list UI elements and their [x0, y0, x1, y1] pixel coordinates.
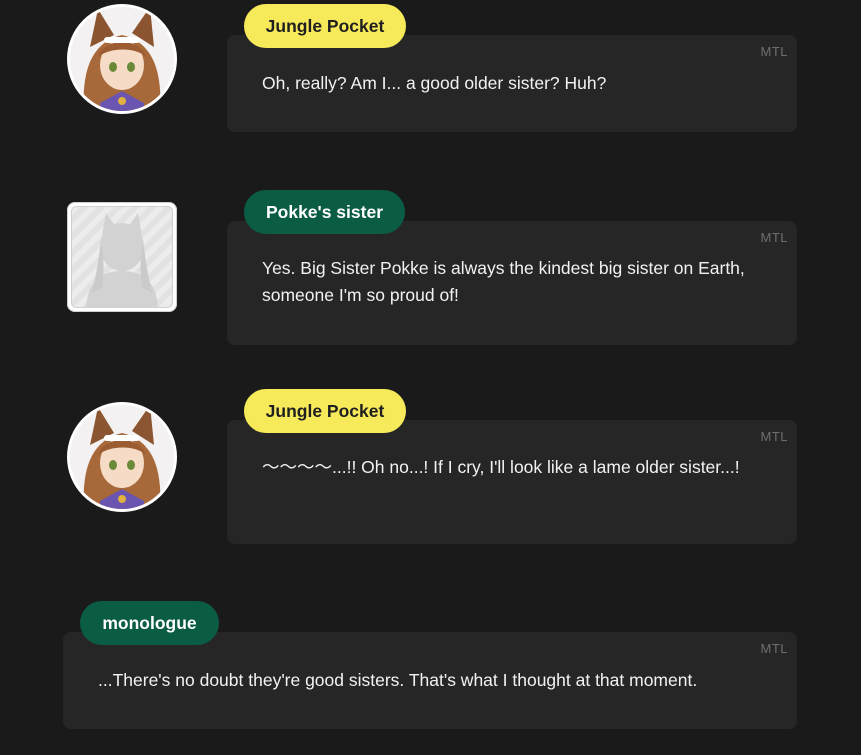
mtl-label: MTL — [760, 44, 788, 59]
speaker-name-tag: Pokke's sister — [244, 190, 405, 234]
message-text: Oh, really? Am I... a good older sister?… — [262, 73, 607, 93]
mtl-label: MTL — [760, 230, 788, 245]
message-text: ...There's no doubt they're good sisters… — [98, 670, 698, 690]
speaker-name-tag: Jungle Pocket — [244, 389, 406, 433]
message-bubble: MTL ...There's no doubt they're good sis… — [63, 632, 797, 729]
message-bubble: MTL Oh, really? Am I... a good older sis… — [227, 35, 797, 132]
message-text: Yes. Big Sister Pokke is always the kind… — [262, 258, 745, 305]
mtl-label: MTL — [760, 641, 788, 656]
message-text: 〜〜〜〜...!! Oh no...! If I cry, I'll look … — [262, 457, 740, 477]
jungle-pocket-avatar-icon — [67, 4, 177, 114]
speaker-name-tag: monologue — [80, 601, 219, 645]
jungle-pocket-avatar-icon — [67, 402, 177, 512]
mtl-label: MTL — [760, 429, 788, 444]
speaker-name-tag: Jungle Pocket — [244, 4, 406, 48]
message-bubble: MTL 〜〜〜〜...!! Oh no...! If I cry, I'll l… — [227, 420, 797, 544]
message-bubble: MTL Yes. Big Sister Pokke is always the … — [227, 221, 797, 345]
silhouette-avatar-icon — [67, 202, 177, 312]
